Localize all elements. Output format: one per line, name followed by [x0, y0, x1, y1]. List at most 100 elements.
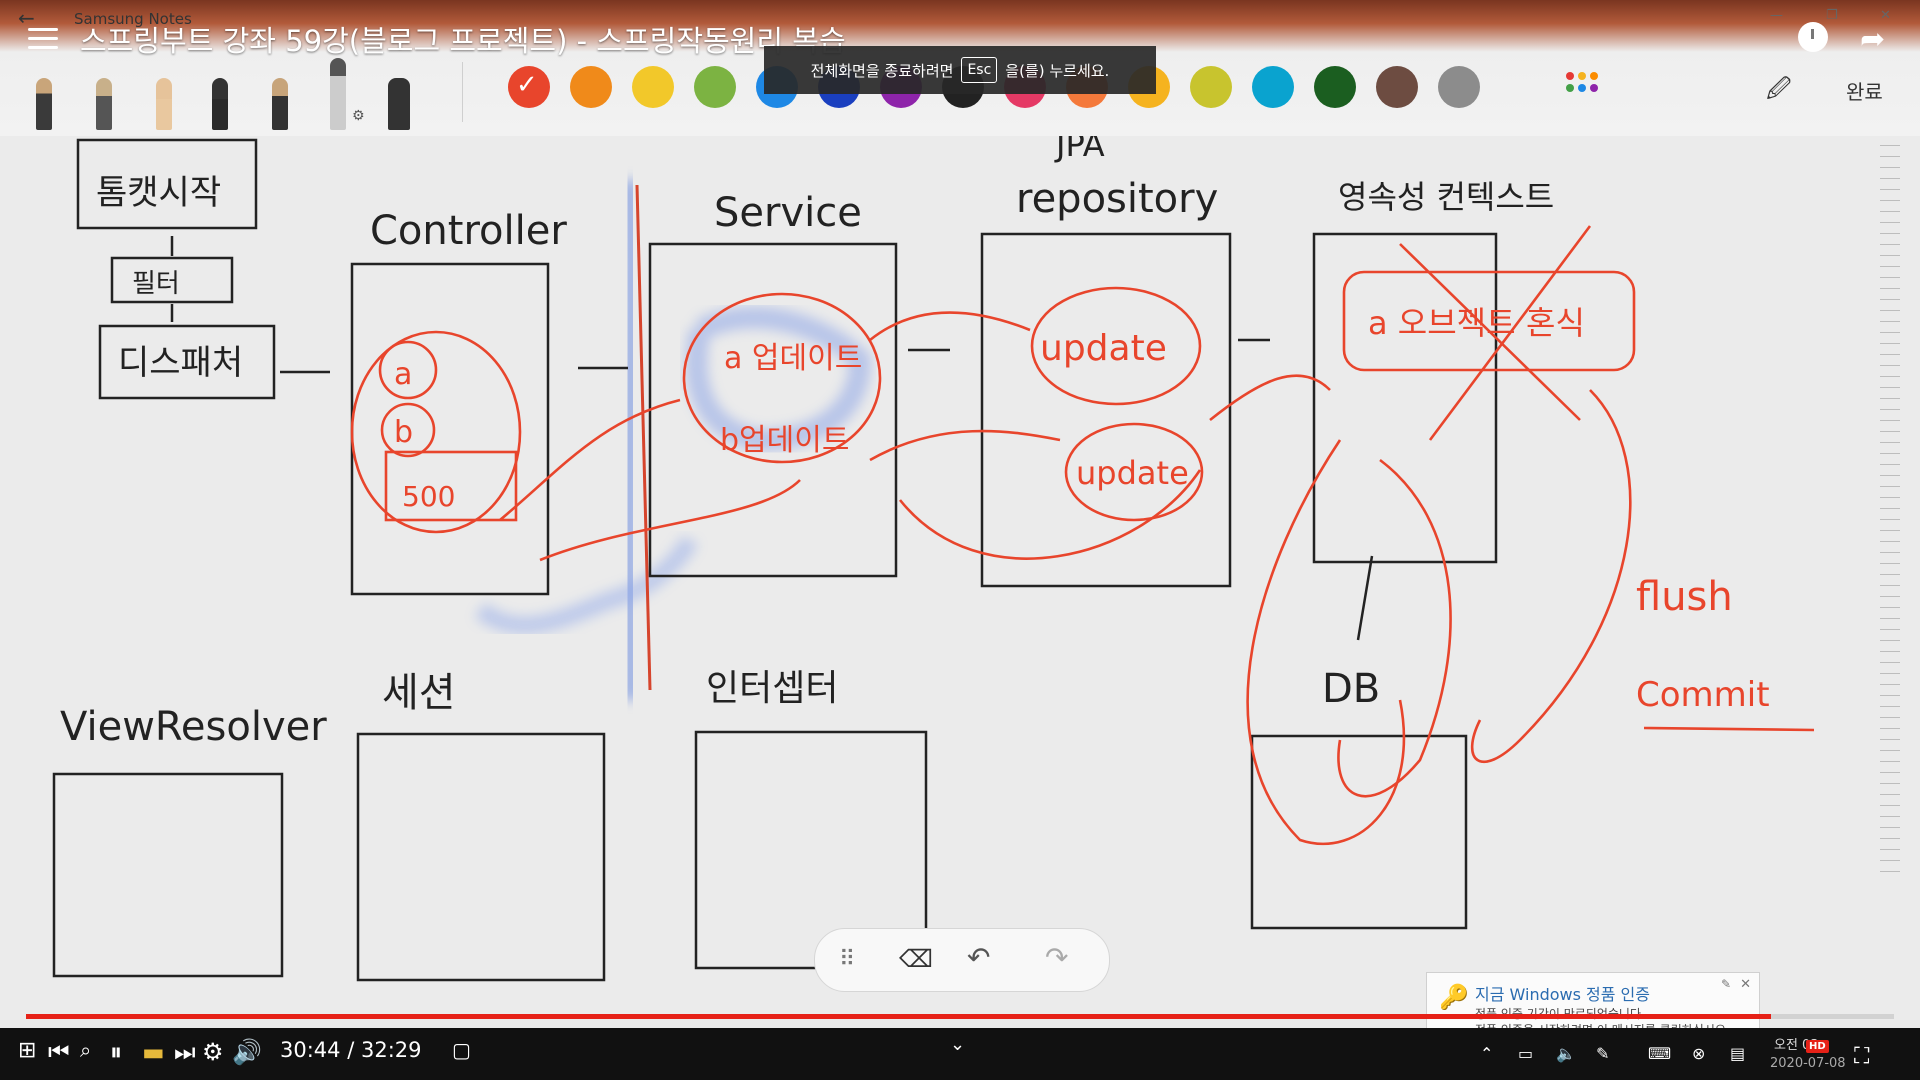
fountain-pen-tool[interactable]	[36, 78, 52, 130]
pc-item-a-object: a 오브젝트	[1368, 304, 1516, 342]
close-icon[interactable]: ✕	[1740, 977, 1751, 992]
done-button[interactable]: 완료	[1846, 76, 1883, 105]
network-off-icon[interactable]: ⊗	[1692, 1044, 1705, 1063]
service-label: Service	[714, 190, 862, 236]
persistence-context-box	[1312, 232, 1498, 564]
keyboard-icon[interactable]: ⌨	[1648, 1044, 1671, 1063]
handwritten-diagram-canvas[interactable]: 톰캣시작 필터 디스패처 Controller Service JPA repo…	[0, 136, 1920, 1016]
search-icon[interactable]: ⌕	[80, 1038, 91, 1062]
video-time-display: 30:44 / 32:29	[280, 1038, 422, 1062]
battery-icon[interactable]: ▭	[1518, 1044, 1533, 1063]
calligraphy-pen-tool[interactable]	[272, 78, 288, 130]
session-box	[356, 732, 606, 982]
commit-label: Commit	[1636, 675, 1770, 715]
tray-up-arrow-icon[interactable]: ⌃	[1480, 1044, 1493, 1063]
volume-icon[interactable]: 🔊	[232, 1038, 262, 1066]
undo-icon[interactable]: ↶	[967, 941, 990, 974]
highlighter-tool[interactable]	[330, 58, 346, 130]
jpa-label: JPA	[1054, 136, 1105, 164]
playlist-menu-icon[interactable]	[28, 28, 58, 52]
page-scroll-ruler[interactable]	[1880, 145, 1900, 875]
color-swatch[interactable]	[1252, 66, 1294, 108]
repo-item-update-1: update	[1040, 328, 1167, 369]
activation-title: 지금 Windows 정품 인증	[1475, 985, 1650, 1004]
floating-edit-toolbar: ⠿ ⌫ ↶ ↷	[814, 928, 1110, 992]
color-swatch[interactable]	[632, 66, 674, 108]
service-item-b-update: b업데이트	[720, 423, 849, 458]
filter-label: 필터	[132, 269, 180, 299]
exit-fullscreen-toast: 전체화면을 종료하려면 Esc 을(를) 누르세요.	[764, 46, 1156, 94]
speaker-icon[interactable]: 🔈	[1556, 1044, 1576, 1063]
blue-highlight-stroke	[615, 178, 646, 701]
persistence-context-label: 영속성 컨텍스트	[1338, 178, 1554, 216]
video-progress-bar[interactable]	[26, 1014, 1894, 1019]
ballpoint-pen-tool[interactable]	[212, 78, 228, 130]
eyedropper-icon[interactable]: 🖉	[1766, 72, 1792, 113]
back-arrow-icon[interactable]: ←	[18, 6, 35, 30]
settings-gear-icon[interactable]: ⚙	[202, 1038, 224, 1066]
color-swatch[interactable]	[1314, 66, 1356, 108]
share-icon[interactable]: ➦	[1860, 22, 1885, 57]
controller-item-500: 500	[402, 480, 455, 513]
black-boxes	[52, 138, 1498, 982]
view-resolver-box	[52, 772, 284, 978]
color-swatch[interactable]	[1438, 66, 1480, 108]
db-label: DB	[1322, 666, 1380, 712]
eraser-icon[interactable]: ⌫	[899, 945, 933, 973]
selected-color-check-icon: ✓	[516, 70, 538, 100]
windows-start-icon[interactable]: ⊞	[18, 1038, 36, 1063]
notes-app-icon[interactable]: ▢	[452, 1038, 471, 1062]
esc-key-badge: Esc	[961, 57, 998, 83]
color-swatch[interactable]	[570, 66, 612, 108]
session-label: 세션	[382, 670, 456, 716]
pc-item-other: 혼식	[1526, 304, 1585, 342]
controller-item-a: a	[394, 357, 412, 392]
pause-icon[interactable]: ⏸	[110, 1038, 122, 1066]
blue-highlight-stroke	[474, 535, 699, 635]
drag-handle-icon[interactable]: ⠿	[839, 947, 855, 972]
toast-text-after: 을(를) 누르세요.	[1005, 61, 1110, 80]
db-box	[1250, 734, 1468, 930]
toolbar-area: ← Samsung Notes — ❐ ✕ 스프링부트 강좌 59강(블로그 프…	[0, 0, 1920, 136]
red-annotations	[350, 225, 1815, 846]
toolbar-divider	[462, 62, 463, 122]
marker-tool[interactable]	[388, 78, 410, 130]
file-explorer-icon[interactable]: ▬	[142, 1038, 165, 1066]
blue-highlight-stroke	[685, 306, 872, 452]
close-window-icon[interactable]: ✕	[1880, 8, 1891, 23]
pen-icon[interactable]: ✎	[1596, 1044, 1609, 1063]
service-item-a-update: a 업데이트	[724, 341, 862, 376]
pen-settings-gear-icon[interactable]: ⚙	[352, 108, 365, 124]
filter-chain-label: 톰캣시작	[96, 173, 221, 213]
controller-label: Controller	[370, 208, 567, 254]
flush-label: flush	[1636, 574, 1733, 620]
video-progress-fill	[26, 1014, 1771, 1019]
chevron-down-icon[interactable]: ⌄	[950, 1034, 965, 1055]
redo-icon[interactable]: ↷	[1045, 941, 1068, 974]
toast-text-before: 전체화면을 종료하려면	[810, 61, 954, 80]
minimize-icon[interactable]: —	[1770, 8, 1783, 23]
interceptor-label: 인터셉터	[706, 668, 838, 709]
watch-later-icon[interactable]	[1798, 22, 1828, 52]
key-icon: 🔑	[1439, 983, 1469, 1011]
restore-icon[interactable]: ❐	[1826, 8, 1838, 23]
view-resolver-label: ViewResolver	[60, 704, 327, 750]
color-swatch[interactable]	[1190, 66, 1232, 108]
time-current: 30:44	[280, 1038, 341, 1062]
time-total: 32:29	[360, 1038, 422, 1062]
brush-pen-tool[interactable]	[96, 78, 112, 130]
more-colors-icon[interactable]	[1566, 72, 1602, 100]
repo-item-update-2: update	[1076, 454, 1189, 492]
hd-quality-badge[interactable]: HD	[1806, 1040, 1829, 1053]
repository-label: repository	[1016, 176, 1218, 222]
exit-fullscreen-icon[interactable]: ⛶	[1854, 1044, 1869, 1069]
color-swatch[interactable]	[1376, 66, 1418, 108]
system-date: 2020-07-08	[1770, 1056, 1846, 1071]
color-swatch[interactable]	[694, 66, 736, 108]
pin-icon[interactable]: ✎	[1721, 977, 1731, 991]
input-method-icon[interactable]: ▤	[1730, 1044, 1745, 1063]
video-title: 스프링부트 강좌 59강(블로그 프로젝트) - 스프링작동원리 복습	[80, 24, 846, 58]
previous-track-icon[interactable]: ⏮	[48, 1038, 70, 1066]
pencil-tool[interactable]	[156, 78, 172, 130]
next-track-icon[interactable]: ⏭	[174, 1038, 196, 1066]
